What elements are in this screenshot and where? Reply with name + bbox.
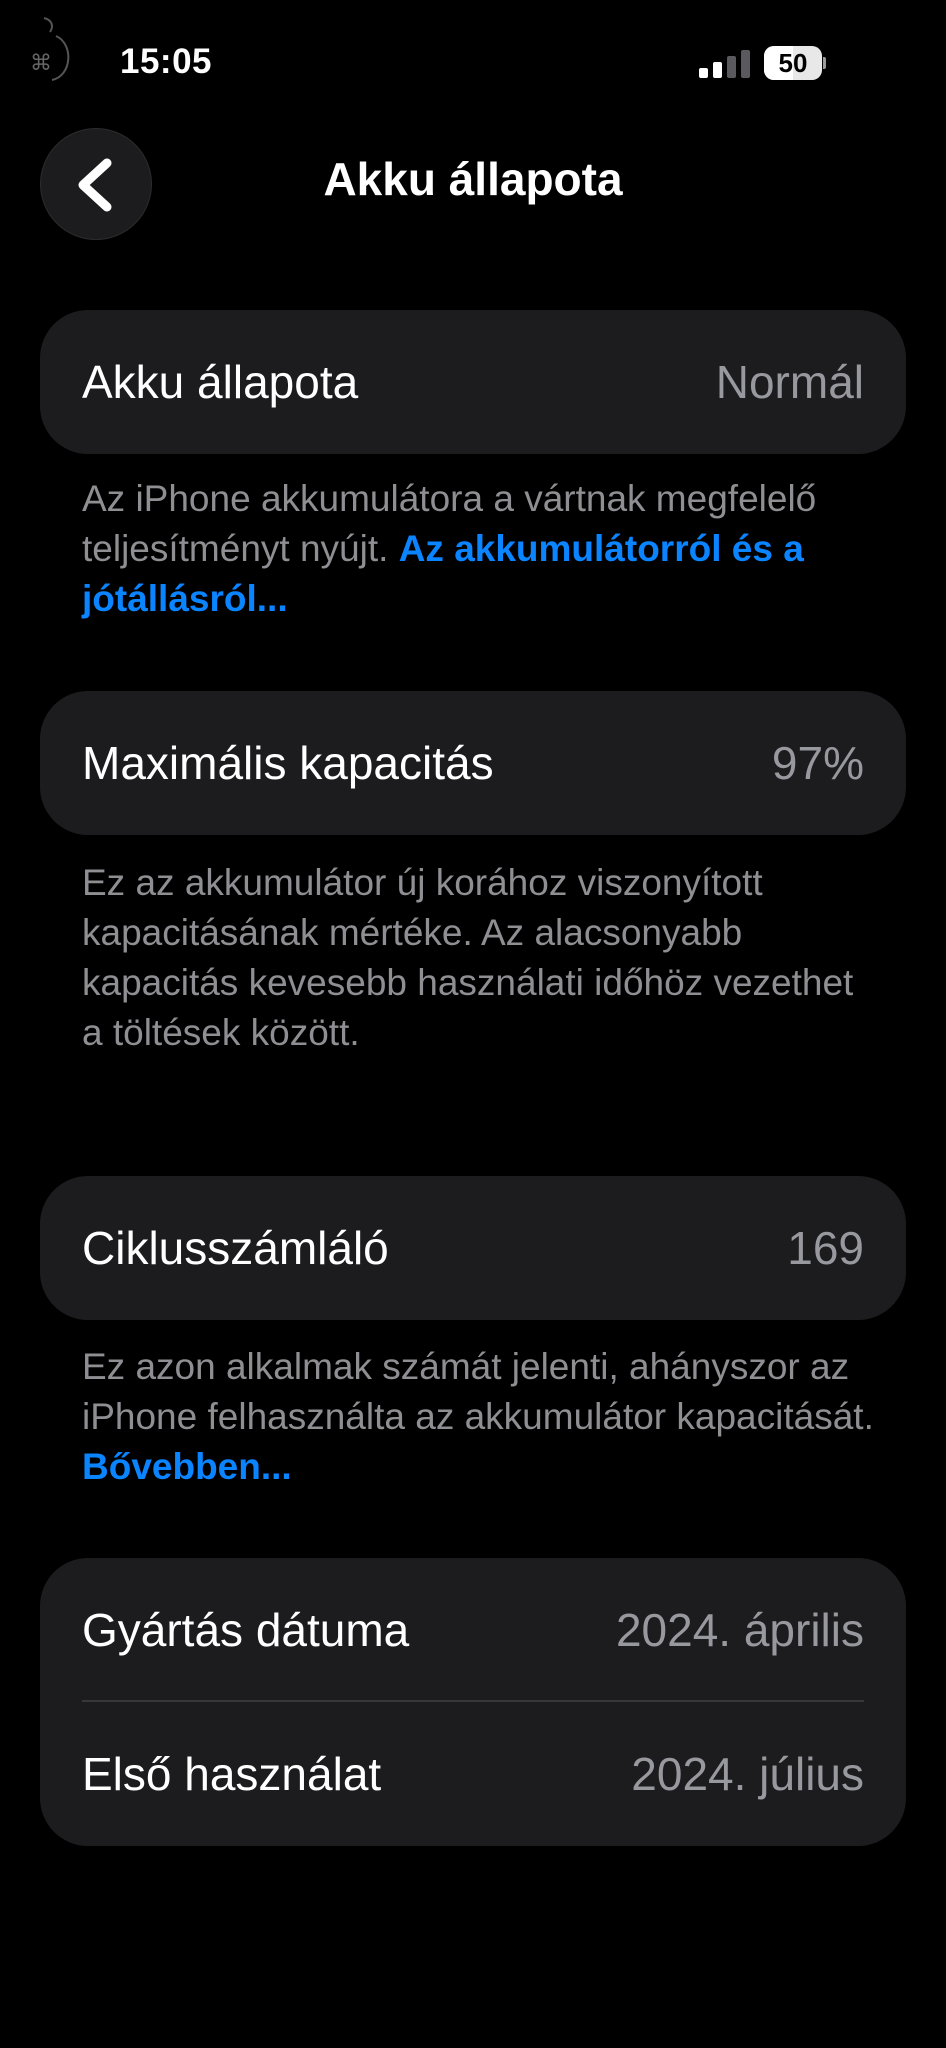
max-capacity-row: Maximális kapacitás 97%	[40, 691, 906, 835]
signal-bar	[713, 62, 722, 78]
first-use-row: Első használat 2024. július	[40, 1702, 906, 1846]
manufacture-date-row: Gyártás dátuma 2024. április	[40, 1558, 906, 1702]
battery-icon: 50	[764, 46, 826, 80]
manufacture-date-value: 2024. április	[615, 1604, 864, 1656]
page-title: Akku állapota	[323, 153, 623, 205]
status-bar: ⌘ 15:05 50	[0, 0, 946, 120]
battery-health-description: Az iPhone akkumulátora a vártnak megfele…	[82, 474, 882, 624]
cycle-count-card: Ciklusszámláló 169	[40, 1176, 906, 1320]
signal-bar	[699, 68, 708, 78]
status-time: 15:05	[120, 42, 213, 81]
max-capacity-label: Maximális kapacitás	[82, 737, 494, 789]
cellular-signal-icon	[699, 48, 751, 78]
cycle-count-label: Ciklusszámláló	[82, 1222, 389, 1274]
battery-health-value: Normál	[715, 356, 864, 408]
learn-more-link[interactable]: Bővebben...	[82, 1446, 292, 1487]
max-capacity-value: 97%	[771, 737, 864, 789]
signal-bar	[727, 56, 736, 78]
battery-health-card: Akku állapota Normál	[40, 310, 906, 454]
first-use-value: 2024. július	[631, 1748, 864, 1800]
manufacture-date-label: Gyártás dátuma	[82, 1604, 410, 1656]
max-capacity-description: Ez az akkumulátor új korához viszonyítot…	[82, 862, 854, 1053]
cycle-count-description: Ez azon alkalmak számát jelenti, ahánysz…	[82, 1342, 882, 1492]
cycle-count-description-text: Ez azon alkalmak számát jelenti, ahánysz…	[82, 1346, 874, 1437]
signal-bar	[741, 50, 750, 78]
first-use-label: Első használat	[82, 1748, 382, 1800]
battery-health-label: Akku állapota	[82, 356, 359, 408]
max-capacity-card: Maximális kapacitás 97%	[40, 691, 906, 835]
battery-health-row: Akku állapota Normál	[40, 310, 906, 454]
svg-text:⌘: ⌘	[30, 51, 52, 76]
dates-card: Gyártás dátuma 2024. április Első haszná…	[40, 1558, 906, 1846]
battery-cap	[823, 57, 826, 69]
apple-logo-watermark-icon: ⌘	[30, 17, 70, 81]
battery-percent: 50	[778, 48, 808, 78]
cycle-count-row: Ciklusszámláló 169	[40, 1176, 906, 1320]
cycle-count-value: 169	[787, 1222, 864, 1274]
